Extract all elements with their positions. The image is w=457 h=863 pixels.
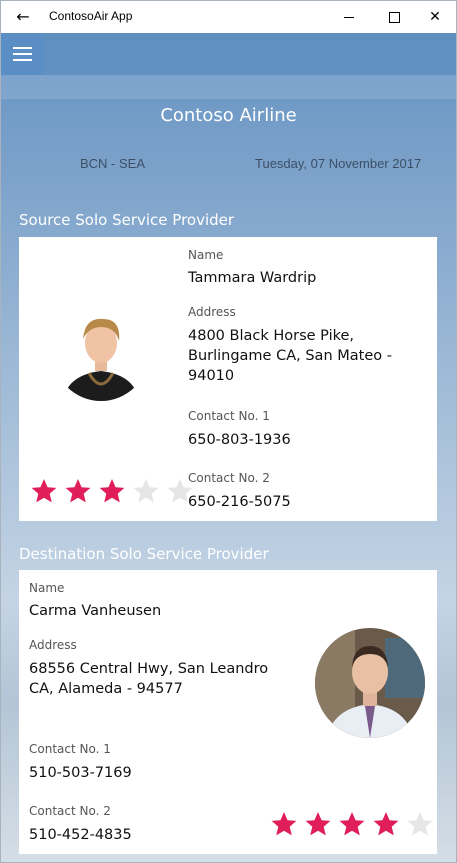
source-section-title: Source Solo Service Provider [19,211,235,229]
destination-name: Carma Vanheusen [29,603,162,619]
source-name-label: Name [188,248,224,262]
destination-contact2: 510-452-4835 [29,827,132,843]
star-filled-icon[interactable] [30,477,58,505]
destination-name-label: Name [29,581,65,595]
source-avatar [53,305,149,401]
source-contact2-label: Contact No. 2 [188,471,270,485]
destination-avatar [315,628,425,738]
source-address-line3: 94010 [188,368,235,384]
star-filled-icon[interactable] [338,810,366,838]
destination-contact2-label: Contact No. 2 [29,804,111,818]
flight-date: Tuesday, 07 November 2017 [255,156,422,171]
destination-rating[interactable] [270,810,434,838]
star-empty-icon[interactable] [166,477,194,505]
app-window: ← ContosoAir App ✕ Contoso Airline BCN -… [0,0,457,863]
source-name: Tammara Wardrip [188,270,317,286]
close-button[interactable]: ✕ [412,1,456,33]
window-title: ContosoAir App [49,9,133,23]
minimize-button[interactable] [326,1,372,33]
star-empty-icon[interactable] [406,810,434,838]
hamburger-menu-button[interactable] [1,33,44,75]
destination-contact1: 510-503-7169 [29,765,132,781]
page-title: Contoso Airline [160,105,297,126]
star-filled-icon[interactable] [98,477,126,505]
star-filled-icon[interactable] [64,477,92,505]
destination-address-label: Address [29,638,77,652]
source-rating[interactable] [30,477,194,505]
destination-section-title: Destination Solo Service Provider [19,545,269,563]
destination-contact1-label: Contact No. 1 [29,742,111,756]
star-filled-icon[interactable] [372,810,400,838]
source-address-label: Address [188,305,236,319]
person-photo-icon [53,305,149,401]
top-bar [1,33,456,75]
star-filled-icon[interactable] [270,810,298,838]
back-arrow-icon[interactable]: ← [11,7,35,27]
title-bar: ← ContosoAir App ✕ [1,1,456,33]
flight-route: BCN - SEA [80,156,146,171]
person-photo-icon [315,628,425,738]
source-contact2: 650-216-5075 [188,494,291,510]
source-provider-card: Name Tammara Wardrip Address 4800 Black … [19,237,437,521]
hamburger-icon [13,47,32,49]
maximize-icon [389,12,400,23]
source-address-line1: 4800 Black Horse Pike, [188,328,355,344]
source-contact1-label: Contact No. 1 [188,409,270,423]
destination-address-line1: 68556 Central Hwy, San Leandro [29,661,269,677]
source-contact1: 650-803-1936 [188,432,291,448]
minimize-icon [344,17,354,18]
star-empty-icon[interactable] [132,477,160,505]
destination-provider-card: Name Carma Vanheusen Address 68556 Centr… [19,570,437,854]
source-address-line2: Burlingame CA, San Mateo - [188,348,392,364]
header-band [1,75,456,99]
destination-address-line2: CA, Alameda - 94577 [29,681,183,697]
close-icon: ✕ [429,9,441,25]
star-filled-icon[interactable] [304,810,332,838]
